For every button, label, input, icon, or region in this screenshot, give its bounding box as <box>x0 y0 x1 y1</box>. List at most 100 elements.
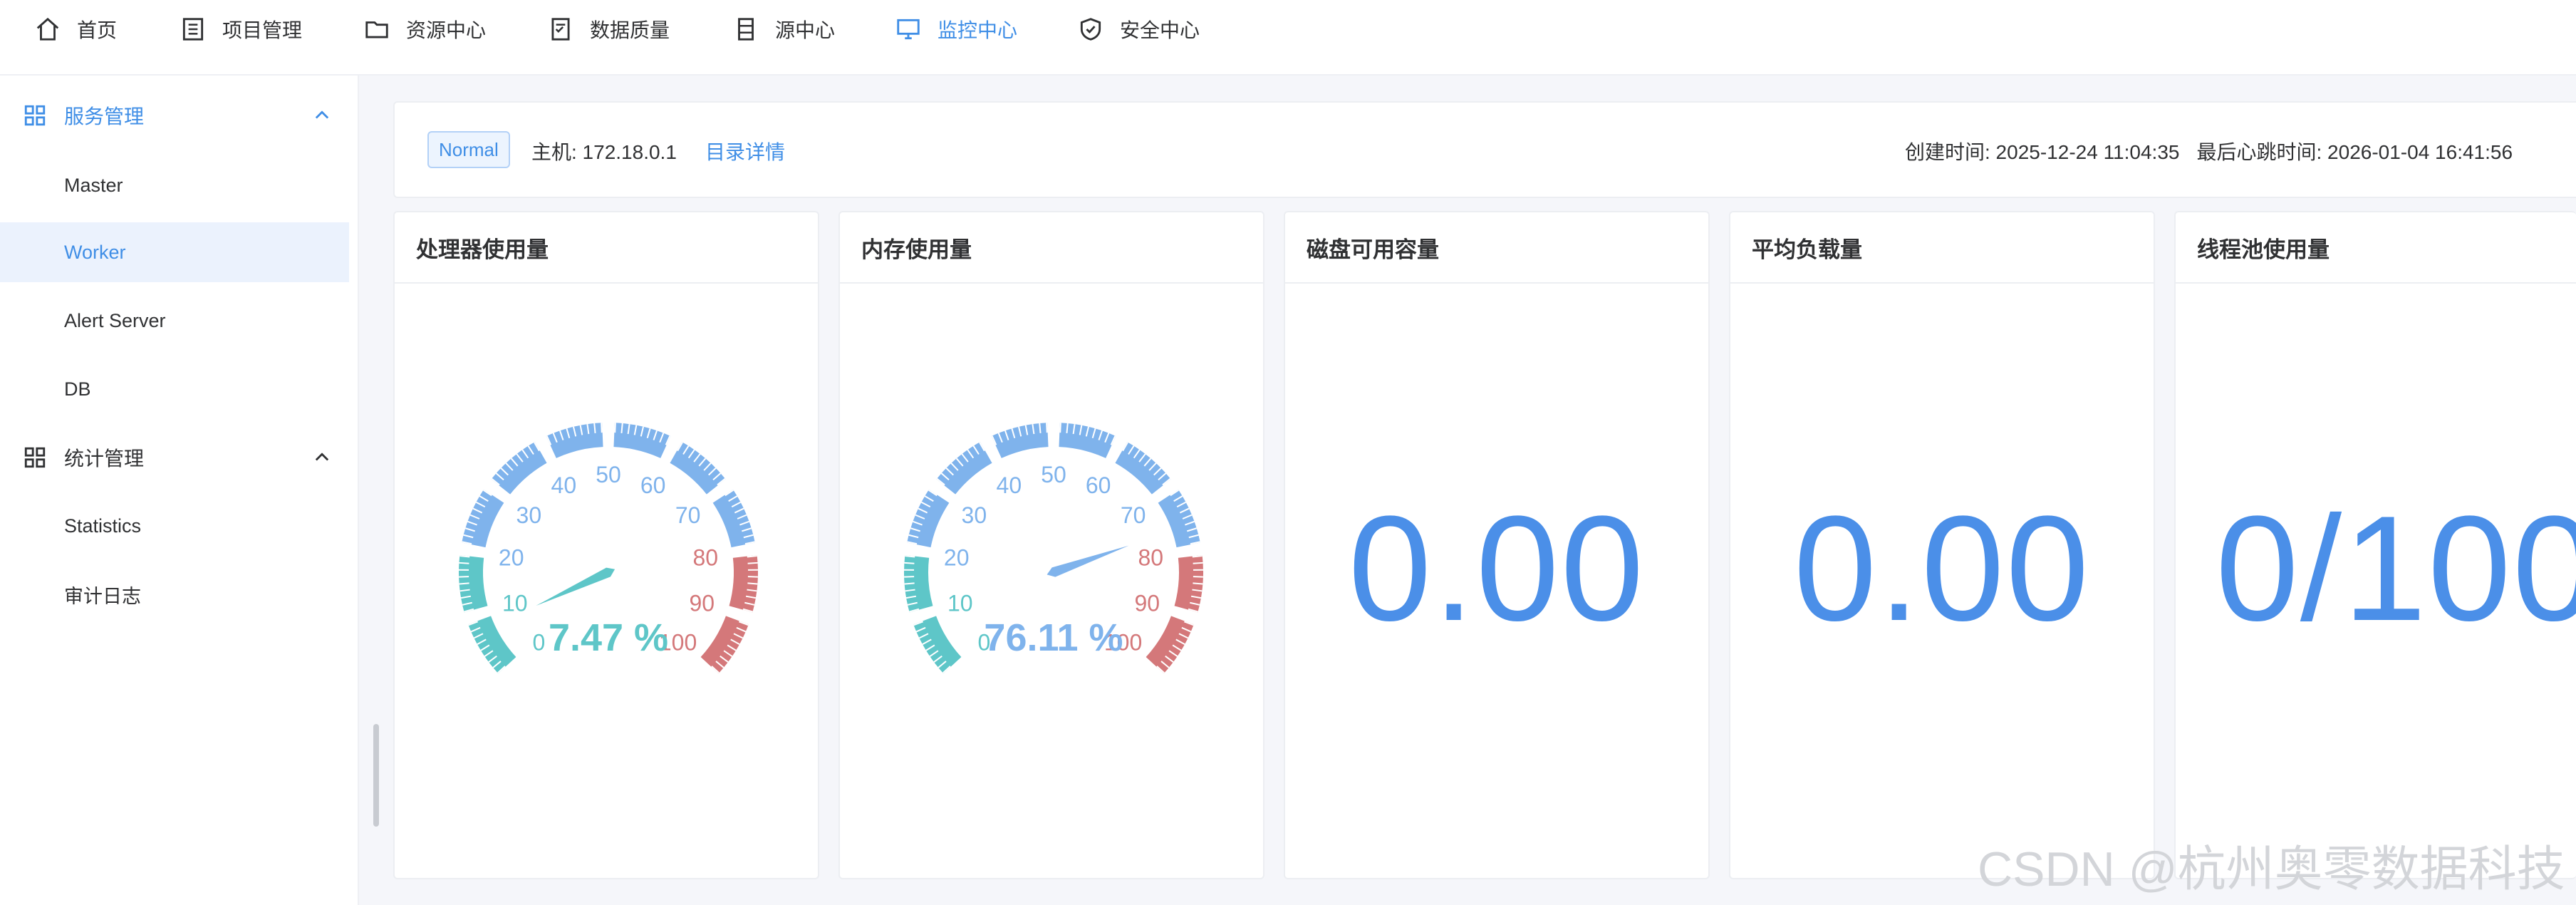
nav-project-label: 项目管理 <box>222 19 303 41</box>
cpu-gauge: 010203040 50 607080901007.47 % <box>459 423 758 674</box>
gauge-tick-label: 80 <box>693 544 719 570</box>
worker-info-bar: Normal 主机: 172.18.0.1 目录详情 创建时间: 2025-12… <box>393 101 2576 198</box>
top-navigation: 首页 项目管理 资源中心 数据质量 源中心 监控中心 安全中心 <box>0 0 2576 76</box>
sidebar: 服务管理 Master Worker Alert Server DB 统计管理 … <box>0 76 359 905</box>
created-time: 创建时间: 2025-12-24 11:04:35 <box>1905 141 2180 163</box>
thread-pool-value: 0/100 <box>2216 485 2576 652</box>
card-title: 内存使用量 <box>840 212 1263 284</box>
gauge-tick-label: 70 <box>675 502 701 528</box>
gauge-minor-tick <box>593 423 596 433</box>
monitor-icon <box>897 19 920 40</box>
nav-resource-label: 资源中心 <box>406 19 487 41</box>
gauge-minor-tick <box>614 423 616 433</box>
host-text: 主机: 172.18.0.1 <box>531 141 677 163</box>
status-badge: Normal <box>427 131 510 168</box>
gauge-minor-tick <box>459 582 469 585</box>
sidebar-group-label: 服务管理 <box>64 105 145 128</box>
sidebar-item-audit-log[interactable]: 审计日志 <box>0 564 349 624</box>
cpu-usage-card: 处理器使用量 0 10 20 30 40 50 60 70 80 90 100 7.47 % <box>393 211 819 879</box>
sidebar-item-label: Alert Server <box>64 309 166 331</box>
sidebar-item-alert-server[interactable]: Alert Server <box>0 291 349 351</box>
folder-icon <box>365 21 388 38</box>
sidebar-group-service-management[interactable]: 服务管理 <box>0 87 349 144</box>
gauge-minor-tick <box>620 423 623 433</box>
gauge-tick-label: 10 <box>502 591 528 616</box>
sidebar-item-master[interactable]: Master <box>0 155 349 215</box>
sidebar-item-db[interactable]: DB <box>0 359 349 419</box>
sidebar-group-statistics-management[interactable]: 统计管理 <box>0 429 349 486</box>
sidebar-item-label: Worker <box>64 241 126 263</box>
gauge-value-label: 76.11 % <box>984 616 1123 659</box>
gauge-tick-label: 90 <box>1134 591 1160 616</box>
nav-resource-center[interactable]: 资源中心 <box>363 13 486 46</box>
home-icon <box>36 17 59 41</box>
nav-monitor-label: 监控中心 <box>938 19 1018 41</box>
list-icon <box>182 18 204 41</box>
gauge-tick-label: 50 <box>596 462 621 487</box>
sidebar-item-label: 审计日志 <box>64 585 141 607</box>
disk-available-value: 0.00 <box>1348 485 1646 652</box>
watermark: CSDN @杭州奥零数据科技 <box>1978 842 2565 896</box>
gauge-tick-label: 30 <box>962 502 987 528</box>
heartbeat-time: 最后心跳时间: 2026-01-04 16:41:56 <box>2196 141 2513 163</box>
gauge-minor-tick <box>1046 423 1048 433</box>
chevron-up-icon[interactable] <box>312 448 332 467</box>
gauge-tick-label: 10 <box>947 591 973 616</box>
gauge-minor-tick <box>601 423 603 433</box>
gauge-minor-tick <box>747 562 758 564</box>
database-icon <box>738 18 754 41</box>
card-title: 处理器使用量 <box>395 212 818 284</box>
gauge-minor-tick <box>1066 423 1069 433</box>
gauge-tick-label: 90 <box>689 591 715 616</box>
scrollbar-thumb[interactable] <box>373 724 379 827</box>
nav-datasource-center[interactable]: 源中心 <box>732 13 835 46</box>
sidebar-item-label: Master <box>64 174 123 196</box>
gauge-value-label: 7.47 % <box>549 616 668 659</box>
gauge-tick-label: 40 <box>997 472 1022 498</box>
shield-icon <box>1080 18 1101 41</box>
gauge-minor-tick <box>904 562 915 564</box>
average-load-value: 0.00 <box>1793 485 2091 652</box>
thread-pool-card: 线程池使用量 0/100 <box>2174 211 2576 879</box>
nav-datasource-label: 源中心 <box>775 19 836 41</box>
sidebar-item-label: DB <box>64 378 91 400</box>
sidebar-group-label: 统计管理 <box>64 448 145 470</box>
gauge-tick-label: 20 <box>944 544 970 570</box>
disk-available-card: 磁盘可用容量 0.00 <box>1284 211 1710 879</box>
gauge-tick-label: 70 <box>1121 502 1146 528</box>
gauge-segment <box>700 616 749 674</box>
grid-icon <box>24 447 46 468</box>
gauge-segment <box>1146 616 1194 674</box>
gauge-tick-label: 80 <box>1138 544 1164 570</box>
gauge-minor-tick <box>1193 562 1203 564</box>
time-info: 创建时间: 2025-12-24 11:04:35 最后心跳时间: 2026-01… <box>1905 137 2513 165</box>
gauge-tick-label: 60 <box>1086 472 1111 498</box>
gauge-tick-label: 50 <box>1041 462 1066 487</box>
nav-home[interactable]: 首页 <box>34 13 117 46</box>
card-title: 平均负载量 <box>1730 212 2154 284</box>
gauge-minor-tick <box>747 582 758 585</box>
nav-project-management[interactable]: 项目管理 <box>180 13 302 46</box>
sidebar-item-statistics[interactable]: Statistics <box>0 496 349 556</box>
sidebar-item-label: Statistics <box>64 514 142 537</box>
gauge-minor-tick <box>1193 582 1203 585</box>
card-title: 线程池使用量 <box>2176 212 2576 284</box>
nav-quality-label: 数据质量 <box>590 19 670 41</box>
gauge-minor-tick <box>904 582 915 585</box>
sidebar-item-worker[interactable]: Worker <box>0 222 349 282</box>
gauge-tick-label: 60 <box>640 472 666 498</box>
gauge-segment <box>468 616 516 674</box>
average-load-card: 平均负载量 0.00 <box>1729 211 2155 879</box>
gauge-minor-tick <box>1039 423 1042 433</box>
gauge-minor-tick <box>1059 423 1061 433</box>
directory-detail-link[interactable]: 目录详情 <box>705 137 785 165</box>
chevron-up-icon[interactable] <box>312 105 332 125</box>
nav-data-quality[interactable]: 数据质量 <box>547 13 670 46</box>
nav-security-label: 安全中心 <box>1120 19 1200 41</box>
gauge-segment <box>913 616 962 674</box>
nav-security-center[interactable]: 安全中心 <box>1077 13 1200 46</box>
gauge-tick-label: 20 <box>499 544 524 570</box>
nav-monitor-center[interactable]: 监控中心 <box>895 13 1017 46</box>
memory-gauge: 010203040 50 6070809010076.11 % <box>904 423 1203 674</box>
gauge-tick-label: 40 <box>551 472 577 498</box>
